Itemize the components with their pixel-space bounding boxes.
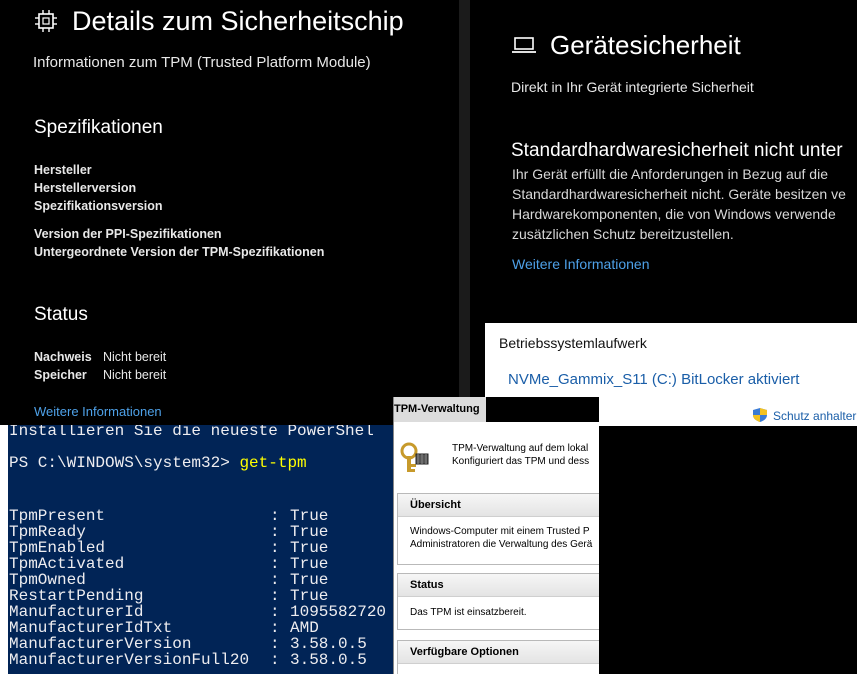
status-label-attestation: Nachweis: [34, 350, 92, 364]
status-label-storage: Speicher: [34, 368, 87, 382]
page-subtitle: Informationen zum TPM (Trusted Platform …: [33, 54, 371, 71]
overview-header: Übersicht: [398, 494, 599, 517]
hardware-security-heading: Standardhardwaresicherheit nicht unter: [511, 140, 843, 161]
description-line: Hardwarekomponenten, die von Windows ver…: [512, 206, 836, 222]
output-key: ManufacturerId: [9, 603, 144, 621]
status-heading: Status: [34, 304, 88, 325]
output-value: 3.58.0.5: [290, 635, 367, 653]
title-bar: TPM-Verwaltung: [394, 397, 486, 422]
window-title: TPM-Verwaltung: [394, 403, 480, 415]
device-security-panel: Gerätesicherheit Direkt in Ihr Gerät int…: [470, 0, 857, 323]
chip-details-panel: Details zum Sicherheitschip Informatione…: [0, 0, 459, 425]
output-separator: :: [270, 555, 280, 573]
spec-heading: Spezifikationen: [34, 117, 163, 138]
output-value: AMD: [290, 619, 319, 637]
device-security-subtitle: Direkt in Ihr Gerät integrierte Sicherhe…: [511, 79, 754, 95]
output-key: TpmOwned: [9, 571, 86, 589]
page-title: Details zum Sicherheitschip: [72, 6, 404, 36]
os-drive-heading: Betriebssystemlaufwerk: [499, 335, 647, 351]
output-separator: :: [270, 523, 280, 541]
powershell-window[interactable]: Installieren Sie die neueste PowerShel P…: [0, 425, 393, 674]
window-edge: [0, 425, 8, 674]
install-hint-line: Installieren Sie die neueste PowerShel: [9, 425, 374, 440]
options-header: Verfügbare Optionen: [398, 641, 599, 664]
options-title: Verfügbare Optionen: [410, 646, 519, 658]
spec-label-sub-version: Untergeordnete Version der TPM-Spezifika…: [34, 245, 325, 259]
tpm-key-icon: [400, 442, 429, 472]
spec-label-spec-version: Spezifikationsversion: [34, 199, 163, 213]
drive-bitlocker-link[interactable]: NVMe_Gammix_S11 (C:) BitLocker aktiviert: [508, 371, 799, 388]
suspend-protection-link[interactable]: Schutz anhalter: [773, 409, 856, 423]
output-key: ManufacturerVersion: [9, 635, 192, 653]
overview-section: Übersicht Windows-Computer mit einem Tru…: [397, 493, 599, 565]
output-value: True: [290, 507, 329, 525]
device-security-title: Gerätesicherheit: [550, 30, 741, 60]
description-line: Ihr Gerät erfüllt die Anforderungen in B…: [512, 166, 828, 182]
output-key: TpmActivated: [9, 555, 125, 573]
output-separator: :: [270, 651, 280, 669]
tpm-management-window: TPM-Verwaltung TPM-Verwaltung auf dem lo…: [393, 397, 599, 674]
output-separator: :: [270, 507, 280, 525]
overview-title: Übersicht: [410, 499, 461, 511]
output-value: 1095582720: [290, 603, 387, 621]
prompt: PS C:\WINDOWS\system32>: [9, 454, 240, 472]
laptop-icon: [512, 37, 536, 53]
options-section: Verfügbare Optionen: [397, 640, 599, 674]
status-section: Status Das TPM ist einsatzbereit.: [397, 573, 599, 630]
spec-label-manufacturer-version: Herstellerversion: [34, 181, 137, 195]
title-bar-dark-area: [486, 397, 599, 422]
spec-label-ppi-version: Version der PPI-Spezifikationen: [34, 227, 222, 241]
output-value: True: [290, 555, 329, 573]
output-key: TpmEnabled: [9, 539, 106, 557]
output-separator: :: [270, 587, 280, 605]
output-separator: :: [270, 603, 280, 621]
output-value: True: [290, 523, 329, 541]
output-separator: :: [270, 635, 280, 653]
output-key: ManufacturerVersionFull20: [9, 651, 250, 669]
status-value-storage: Nicht bereit: [103, 368, 167, 382]
chip-icon: [35, 10, 57, 32]
status-title: Status: [410, 579, 444, 591]
panel-divider: [459, 0, 470, 425]
output-value: True: [290, 587, 329, 605]
status-header: Status: [398, 574, 599, 597]
output-separator: :: [270, 539, 280, 557]
status-value-attestation: Nicht bereit: [103, 350, 167, 364]
output-separator: :: [270, 571, 280, 589]
intro-line: TPM-Verwaltung auf dem lokal: [452, 443, 589, 454]
output-value: True: [290, 539, 329, 557]
intro-line: Konfiguriert das TPM und dess: [452, 456, 590, 467]
description-line: Standardhardwaresicherheit nicht. Geräte…: [512, 186, 846, 202]
spec-label-manufacturer: Hersteller: [34, 163, 92, 177]
overview-line: Windows-Computer mit einem Trusted P: [410, 526, 590, 537]
output-key: TpmReady: [9, 523, 86, 541]
overview-line: Administratoren die Verwaltung des Gerä: [410, 539, 593, 550]
more-info-link[interactable]: Weitere Informationen: [34, 404, 162, 419]
status-text: Das TPM ist einsatzbereit.: [410, 607, 527, 618]
description-line: zusätzlichen Schutz bereitzustellen.: [512, 226, 734, 242]
prompt-line: PS C:\WINDOWS\system32> get-tpm: [9, 455, 307, 471]
command: get-tpm: [239, 454, 307, 472]
output-key: ManufacturerIdTxt: [9, 619, 173, 637]
output-key: RestartPending: [9, 587, 144, 605]
output-key: TpmPresent: [9, 507, 106, 525]
output-value: True: [290, 571, 329, 589]
output-separator: :: [270, 619, 280, 637]
device-more-info-link[interactable]: Weitere Informationen: [512, 256, 649, 272]
output-value: 3.58.0.5: [290, 651, 367, 669]
shield-icon: [753, 408, 767, 422]
